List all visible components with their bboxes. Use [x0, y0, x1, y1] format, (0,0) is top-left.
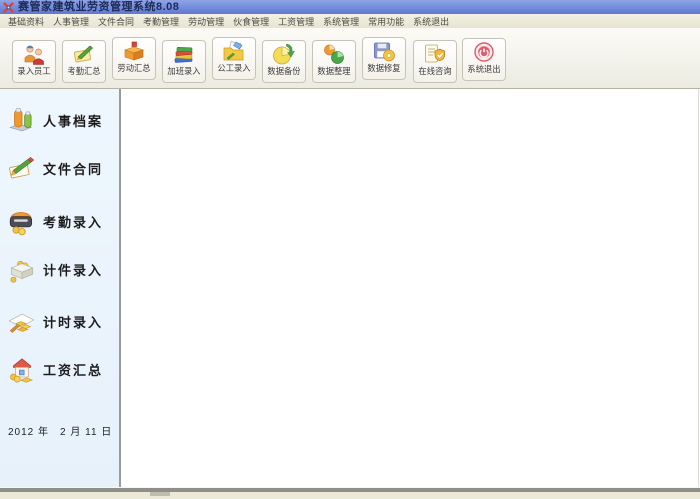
sidebar-item-file-contract[interactable]: 文件合同 [6, 150, 103, 186]
two-workers-icon [24, 45, 44, 65]
current-date-label: 2012 年 2 月 11 日 [8, 427, 113, 438]
notepad-shield-icon [425, 44, 445, 63]
menu-item-attendance[interactable]: 考勤管理 [139, 15, 183, 28]
main-content-area [121, 89, 699, 487]
folder-pencil-icon [223, 41, 244, 61]
sidebar-item-wage-summary[interactable]: 工资汇总 [6, 351, 103, 387]
sheet-goldbars-icon [8, 313, 35, 333]
toolbar-button-label: 录入员工 [17, 66, 51, 76]
taskbar-fragment [150, 492, 170, 496]
sidebar-item-label: 考勤录入 [43, 214, 104, 230]
menu-item-system[interactable]: 系统管理 [319, 15, 363, 28]
data-repair-button[interactable]: 数据修复 [362, 37, 406, 80]
enter-employee-button[interactable]: 录入员工 [12, 40, 56, 83]
orange-box-icon [124, 41, 144, 61]
notepad-pen-icon [73, 45, 94, 63]
overtime-entry-button[interactable]: 加班录入 [162, 40, 206, 83]
house-gold-icon [10, 358, 33, 383]
floppy-disk-icon [374, 42, 395, 62]
two-figures-icon [9, 108, 33, 132]
toolbar-button-label: 公工录入 [217, 63, 251, 73]
statusbar [0, 492, 700, 499]
data-backup-button[interactable]: 数据备份 [262, 40, 306, 83]
sidebar-item-piecework-entry[interactable]: 计件录入 [6, 251, 103, 287]
labor-summary-button[interactable]: 劳动汇总 [112, 37, 156, 80]
sidebar-item-label: 计时录入 [43, 314, 104, 330]
menu-item-personnel[interactable]: 人事管理 [49, 15, 93, 28]
toolbar-button-label: 考勤汇总 [67, 66, 101, 76]
menu-item-file-contract[interactable]: 文件合同 [94, 15, 138, 28]
app-window: 赛管家建筑业劳资管理系统8.08 基础资料 人事管理 文件合同 考勤管理 劳动管… [0, 0, 700, 499]
sidebar: 人事档案 文件合同 考勤录入 计件录入 计时录入 工资汇总 2012 年 2 月… [0, 89, 119, 487]
toolbar-button-label: 加班录入 [167, 66, 201, 76]
window-title: 赛管家建筑业劳资管理系统8.08 [18, 1, 180, 13]
toolbar-button-label: 在线咨询 [418, 66, 452, 76]
public-work-entry-button[interactable]: 公工录入 [212, 37, 256, 80]
toolbar-button-label: 系统退出 [467, 64, 501, 74]
toolbar-button-label: 数据备份 [267, 66, 301, 76]
attendance-summary-button[interactable]: 考勤汇总 [62, 40, 106, 83]
menu-item-wages[interactable]: 工资管理 [274, 15, 318, 28]
pie-disk-arrow-icon [273, 43, 296, 65]
charts-icon [324, 44, 344, 64]
toolbar: 录入员工 考勤汇总 劳动汇总 加班录入 公工录入 数据备份 数据整理 数据修复 … [0, 28, 700, 89]
system-exit-button[interactable]: 系统退出 [462, 38, 506, 81]
sidebar-item-label: 人事档案 [43, 113, 104, 129]
menu-item-common[interactable]: 常用功能 [364, 15, 408, 28]
titlebar: 赛管家建筑业劳资管理系统8.08 [0, 0, 700, 14]
menu-item-labor[interactable]: 劳动管理 [184, 15, 228, 28]
menubar: 基础资料 人事管理 文件合同 考勤管理 劳动管理 伙食管理 工资管理 系统管理 … [0, 14, 700, 28]
stacked-books-icon [174, 46, 193, 63]
sidebar-item-attendance-entry[interactable]: 考勤录入 [6, 203, 103, 239]
online-consult-button[interactable]: 在线咨询 [413, 40, 457, 83]
toolbar-button-label: 劳动汇总 [117, 63, 151, 73]
contract-pen-icon [9, 156, 35, 179]
data-organize-button[interactable]: 数据整理 [312, 40, 356, 83]
toolbar-button-label: 数据整理 [317, 66, 351, 76]
sidebar-item-time-entry[interactable]: 计时录入 [6, 303, 103, 339]
box-coins-icon [10, 260, 34, 283]
sidebar-item-label: 工资汇总 [43, 362, 104, 378]
menu-item-exit[interactable]: 系统退出 [409, 15, 453, 28]
sidebar-item-label: 计件录入 [43, 262, 104, 278]
menu-item-basic-data[interactable]: 基础资料 [4, 15, 48, 28]
sidebar-item-personnel-archive[interactable]: 人事档案 [6, 102, 103, 138]
punch-machine-icon [9, 212, 33, 236]
red-seal-icon [474, 42, 494, 62]
toolbar-button-label: 数据修复 [367, 63, 401, 73]
menu-item-meals[interactable]: 伙食管理 [229, 15, 273, 28]
sidebar-item-label: 文件合同 [43, 161, 104, 177]
app-logo-icon [3, 1, 14, 13]
